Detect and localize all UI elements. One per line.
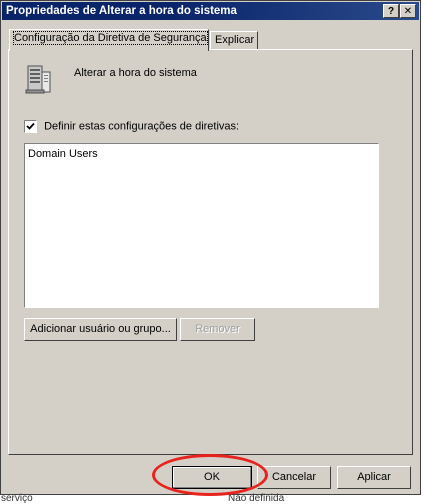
tab-explain[interactable]: Explicar bbox=[210, 31, 258, 50]
checkmark-icon bbox=[26, 122, 35, 130]
tab-security-policy[interactable]: Configuração da Diretiva de Segurança bbox=[9, 29, 209, 51]
title-bar[interactable]: Propriedades de Alterar a hora do sistem… bbox=[2, 2, 419, 20]
properties-dialog: Propriedades de Alterar a hora do sistem… bbox=[0, 0, 421, 495]
users-listbox[interactable]: Domain Users bbox=[24, 143, 379, 308]
cancel-button[interactable]: Cancelar bbox=[257, 466, 331, 489]
background-text-left: serviço bbox=[1, 493, 33, 504]
add-user-button[interactable]: Adicionar usuário ou grupo... bbox=[24, 318, 177, 341]
define-policy-label: Definir estas configurações de diretivas… bbox=[44, 120, 240, 133]
server-policy-icon bbox=[25, 64, 53, 96]
tab-panel: Alterar a hora do sistema Definir estas … bbox=[8, 49, 413, 455]
background-text-right: Não definida bbox=[228, 493, 285, 504]
tab-label: Configuração da Diretiva de Segurança bbox=[13, 31, 208, 45]
list-item[interactable]: Domain Users bbox=[28, 148, 375, 160]
policy-name: Alterar a hora do sistema bbox=[74, 67, 197, 79]
define-policy-checkbox[interactable] bbox=[24, 120, 37, 133]
apply-button[interactable]: Aplicar bbox=[337, 466, 411, 489]
remove-button[interactable]: Remover bbox=[180, 318, 255, 341]
define-policy-row[interactable]: Definir estas configurações de diretivas… bbox=[24, 120, 239, 133]
tab-label: Explicar bbox=[215, 34, 255, 46]
help-button[interactable]: ? bbox=[383, 4, 399, 18]
window-title: Propriedades de Alterar a hora do sistem… bbox=[6, 5, 237, 17]
highlight-circle bbox=[152, 454, 268, 496]
close-button[interactable]: ✕ bbox=[400, 4, 416, 18]
